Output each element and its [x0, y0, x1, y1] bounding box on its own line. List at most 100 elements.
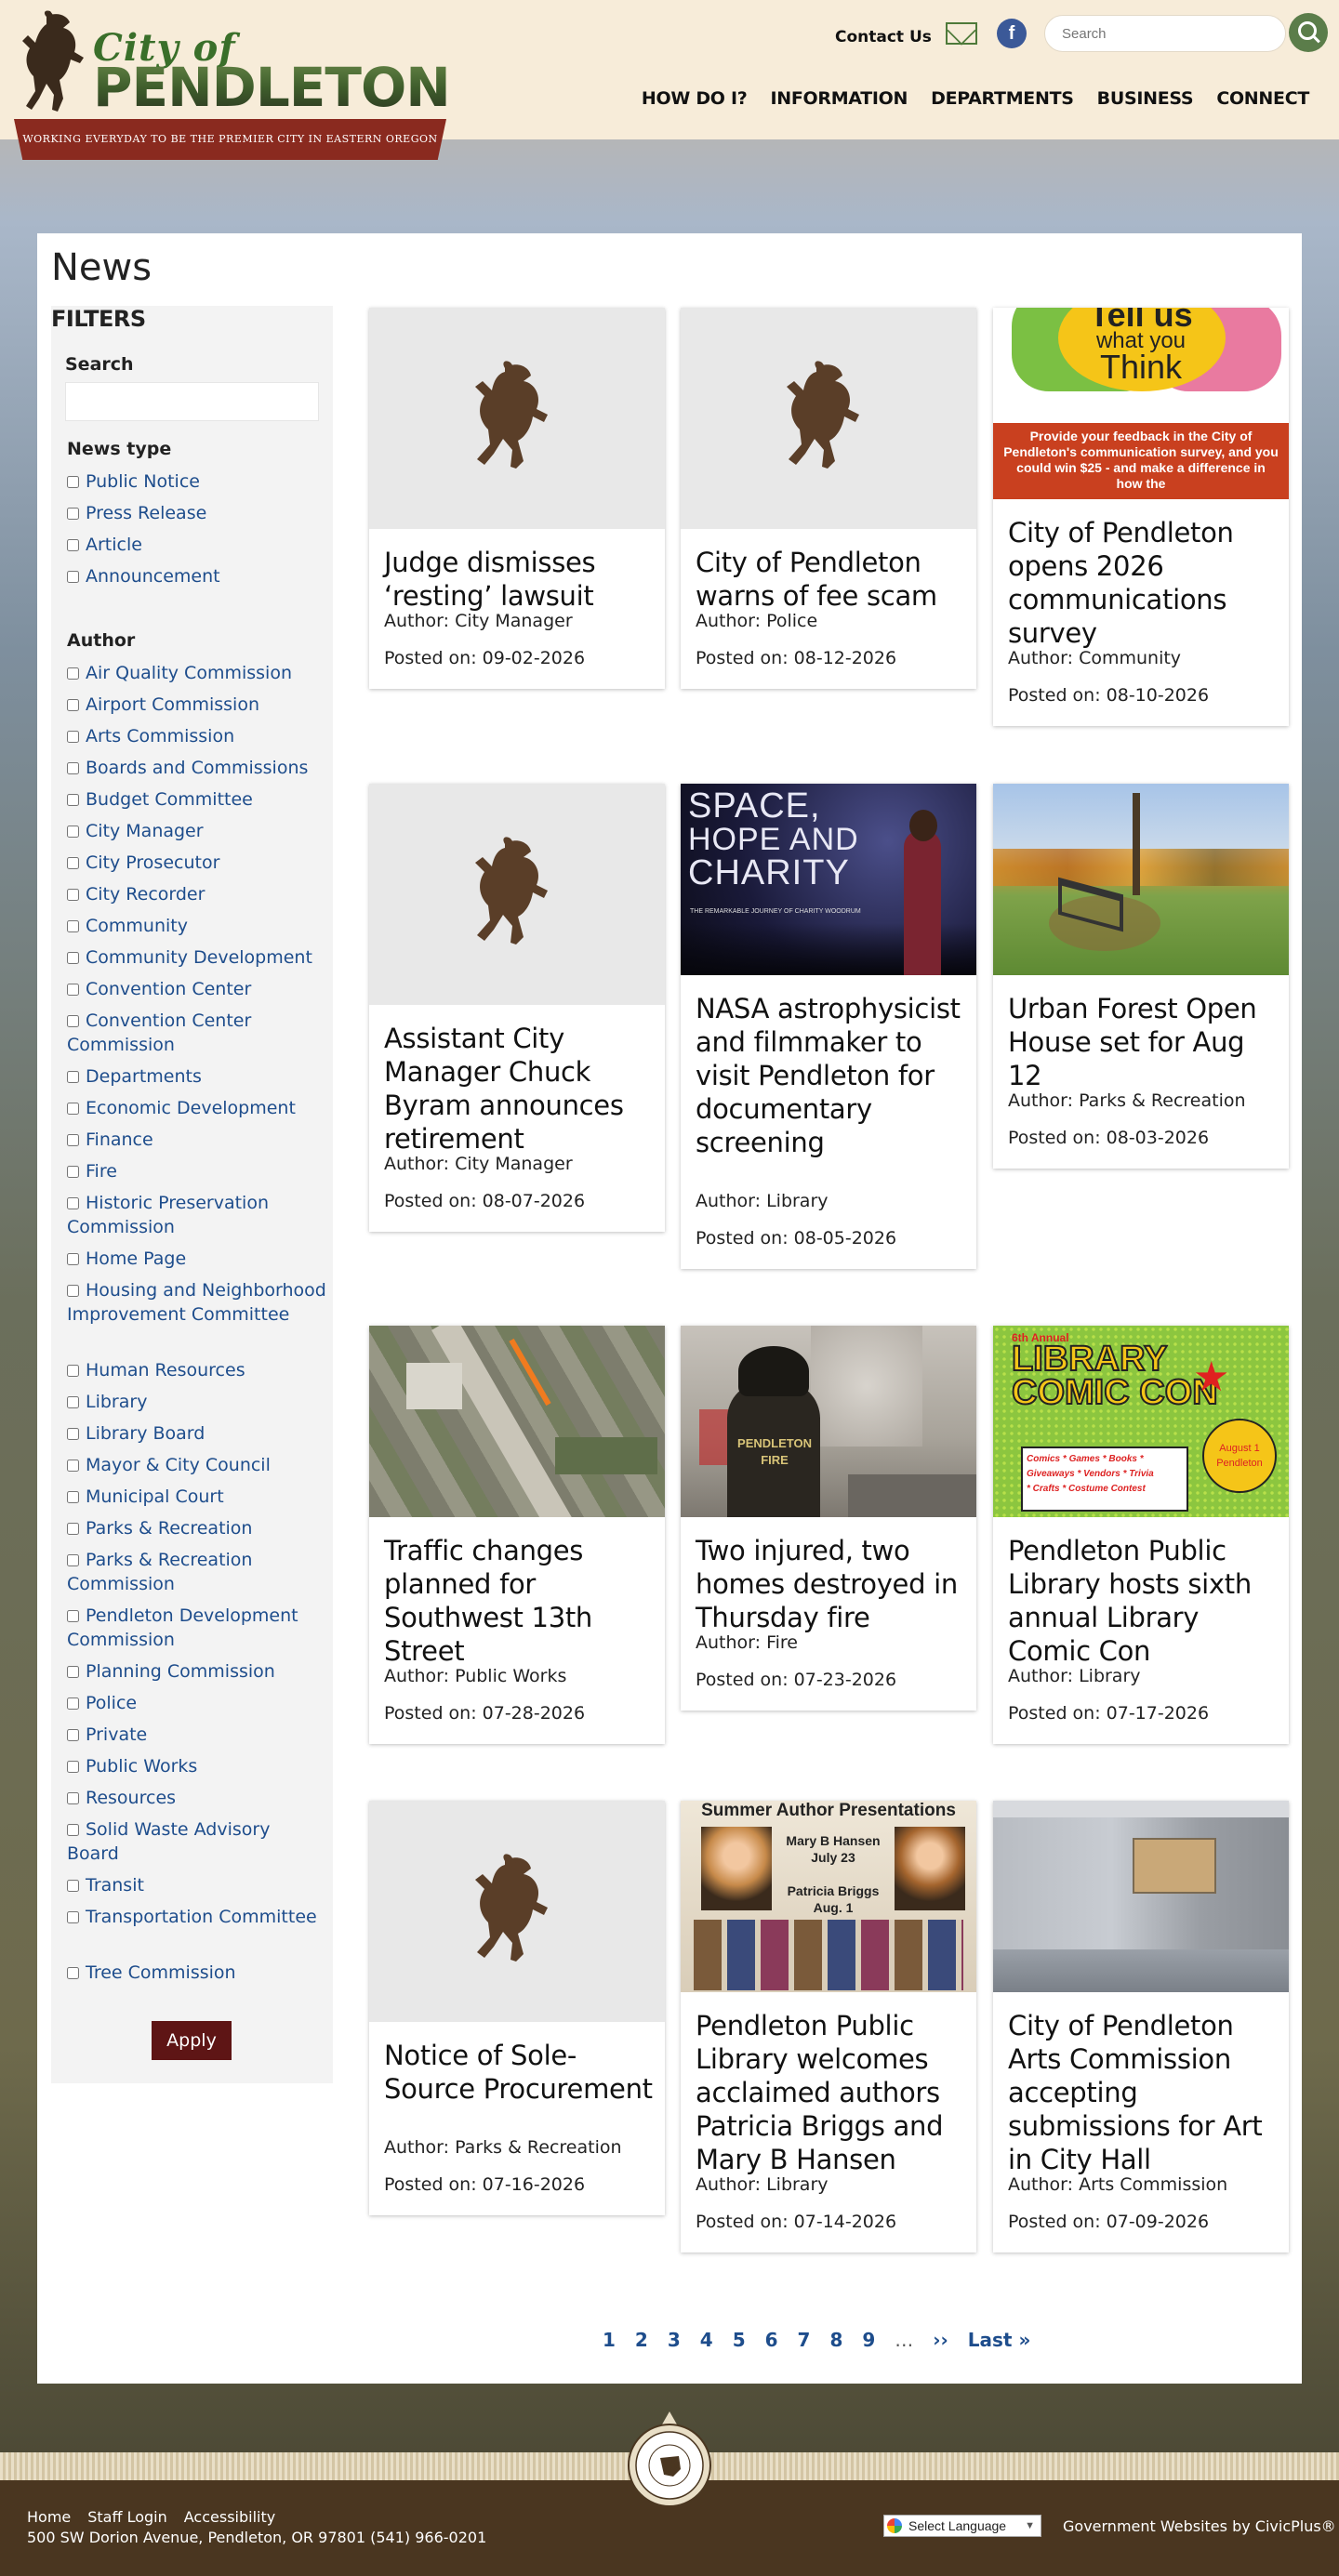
checkbox[interactable] — [67, 1761, 79, 1773]
checkbox[interactable] — [67, 1491, 79, 1503]
pagination-page[interactable]: 8 — [829, 2329, 842, 2351]
author-option-convention-center[interactable]: Convention Center — [67, 977, 327, 1001]
checkbox[interactable] — [67, 476, 79, 488]
checkbox[interactable] — [67, 1967, 79, 1979]
news-card[interactable]: Tell us what you Think Provide your feedbac… — [993, 308, 1289, 726]
checkbox[interactable] — [67, 1666, 79, 1678]
checkbox[interactable] — [67, 1071, 79, 1083]
author-option-human-resources[interactable]: Human Resources — [67, 1358, 327, 1382]
checkbox[interactable] — [67, 1253, 79, 1265]
news-type-option-public-notice[interactable]: Public Notice — [67, 469, 327, 494]
news-card-title[interactable]: Urban Forest Open House set for Aug 12 — [1008, 992, 1279, 1092]
checkbox[interactable] — [67, 762, 79, 774]
card-image-space-poster[interactable]: SPACE, HOPE AND CHARITY THE REMARKABLE JOUR… — [681, 784, 976, 975]
news-card[interactable]: Traffic changes planned for Southwest 13… — [369, 1326, 665, 1744]
author-option-historic-preservation-commission[interactable]: Historic Preservation Commission — [67, 1191, 327, 1239]
filter-search-input[interactable] — [65, 382, 319, 421]
checkbox[interactable] — [67, 1911, 79, 1923]
author-option-departments[interactable]: Departments — [67, 1064, 327, 1089]
news-card[interactable]: Assistant City Manager Chuck Byram annou… — [369, 784, 665, 1232]
site-search-input[interactable] — [1044, 15, 1286, 52]
card-image-author-poster[interactable]: Summer Author Presentations Mary B Hansen… — [681, 1801, 976, 1992]
author-option-city-recorder[interactable]: City Recorder — [67, 882, 327, 906]
news-card-title[interactable]: Pendleton Public Library welcomes acclai… — [696, 2009, 967, 2176]
nav-connect[interactable]: CONNECT — [1216, 88, 1309, 109]
civicplus-credit[interactable]: Government Websites by CivicPlus® — [1063, 2517, 1336, 2535]
author-option-community[interactable]: Community — [67, 914, 327, 938]
news-card[interactable]: PENDLETON FIRE Two injured, two homes dest… — [681, 1326, 976, 1711]
author-option-pendleton-development-commission[interactable]: Pendleton Development Commission — [67, 1604, 327, 1652]
pagination-page[interactable]: 1 — [603, 2329, 616, 2351]
checkbox[interactable] — [67, 571, 79, 583]
checkbox[interactable] — [67, 857, 79, 869]
checkbox[interactable] — [67, 667, 79, 680]
author-option-planning-commission[interactable]: Planning Commission — [67, 1659, 327, 1684]
footer-home-link[interactable]: Home — [27, 2508, 71, 2526]
card-image-firefighter[interactable]: PENDLETON FIRE — [681, 1326, 976, 1517]
author-option-municipal-court[interactable]: Municipal Court — [67, 1485, 327, 1509]
author-option-fire[interactable]: Fire — [67, 1159, 327, 1183]
pagination-page[interactable]: 6 — [765, 2329, 778, 2351]
news-card[interactable]: SPACE, HOPE AND CHARITY THE REMARKABLE JOUR… — [681, 784, 976, 1269]
author-option-resources[interactable]: Resources — [67, 1786, 327, 1810]
checkbox[interactable] — [67, 920, 79, 932]
checkbox[interactable] — [67, 1460, 79, 1472]
news-card-title[interactable]: Judge dismisses ‘resting’ lawsuit — [384, 546, 656, 613]
checkbox[interactable] — [67, 1285, 79, 1297]
checkbox[interactable] — [67, 826, 79, 838]
news-card-title[interactable]: Assistant City Manager Chuck Byram annou… — [384, 1022, 656, 1156]
pagination-page[interactable]: 3 — [668, 2329, 681, 2351]
checkbox[interactable] — [67, 1880, 79, 1892]
checkbox[interactable] — [67, 1729, 79, 1741]
news-type-option-announcement[interactable]: Announcement — [67, 564, 327, 588]
pagination-next[interactable]: ›› — [933, 2329, 948, 2351]
checkbox[interactable] — [67, 1396, 79, 1408]
checkbox[interactable] — [67, 1134, 79, 1146]
author-option-tree-commission[interactable]: Tree Commission — [67, 1961, 327, 1985]
checkbox[interactable] — [67, 1166, 79, 1178]
checkbox[interactable] — [67, 984, 79, 996]
card-placeholder-image[interactable] — [681, 308, 976, 529]
author-option-library-board[interactable]: Library Board — [67, 1421, 327, 1446]
card-placeholder-image[interactable] — [369, 308, 665, 529]
card-image-hallway[interactable] — [993, 1801, 1289, 1992]
footer-accessibility-link[interactable]: Accessibility — [184, 2508, 275, 2526]
news-card-title[interactable]: City of Pendleton warns of fee scam — [696, 546, 967, 613]
checkbox[interactable] — [67, 539, 79, 551]
author-option-private[interactable]: Private — [67, 1723, 327, 1747]
author-option-home-page[interactable]: Home Page — [67, 1247, 327, 1271]
news-card[interactable]: City of Pendleton Arts Commission accept… — [993, 1801, 1289, 2252]
apply-button[interactable]: Apply — [152, 2021, 232, 2060]
news-type-option-article[interactable]: Article — [67, 533, 327, 557]
nav-business[interactable]: BUSINESS — [1097, 88, 1194, 109]
author-option-boards-and-commissions[interactable]: Boards and Commissions — [67, 756, 327, 780]
author-option-library[interactable]: Library — [67, 1390, 327, 1414]
card-image-park[interactable] — [993, 784, 1289, 975]
author-option-parks-and-recreation-commission[interactable]: Parks & Recreation Commission — [67, 1548, 327, 1596]
checkbox[interactable] — [67, 1103, 79, 1115]
author-option-housing-and-neighborhood-improvement-committee[interactable]: Housing and Neighborhood Improvement Com… — [67, 1278, 327, 1327]
author-option-air-quality-commission[interactable]: Air Quality Commission — [67, 661, 327, 685]
checkbox[interactable] — [67, 1015, 79, 1027]
contact-us-link[interactable]: Contact Us — [835, 28, 932, 46]
news-card[interactable]: Summer Author Presentations Mary B Hansen… — [681, 1801, 976, 2252]
pagination-page[interactable]: 4 — [700, 2329, 713, 2351]
author-option-finance[interactable]: Finance — [67, 1128, 327, 1152]
nav-information[interactable]: INFORMATION — [770, 88, 908, 109]
checkbox[interactable] — [67, 731, 79, 743]
checkbox[interactable] — [67, 1428, 79, 1440]
card-image-comic-con[interactable]: 6th Annual LIBRARY COMIC CON ★ Comics * Game… — [993, 1326, 1289, 1517]
checkbox[interactable] — [67, 1792, 79, 1804]
news-card[interactable]: City of Pendleton warns of fee scam Autho… — [681, 308, 976, 689]
author-option-mayor-and-city-council[interactable]: Mayor & City Council — [67, 1453, 327, 1477]
author-option-airport-commission[interactable]: Airport Commission — [67, 693, 327, 717]
pagination-page[interactable]: 2 — [635, 2329, 648, 2351]
card-placeholder-image[interactable] — [369, 784, 665, 1005]
author-option-city-manager[interactable]: City Manager — [67, 819, 327, 843]
checkbox[interactable] — [67, 1197, 79, 1209]
author-option-convention-center-commission[interactable]: Convention Center Commission — [67, 1009, 327, 1057]
card-image-survey[interactable]: Tell us what you Think Provide your feedbac… — [993, 308, 1289, 499]
language-select[interactable]: Select Language ▼ — [883, 2515, 1041, 2537]
author-option-budget-committee[interactable]: Budget Committee — [67, 787, 327, 812]
news-type-option-press-release[interactable]: Press Release — [67, 501, 327, 525]
